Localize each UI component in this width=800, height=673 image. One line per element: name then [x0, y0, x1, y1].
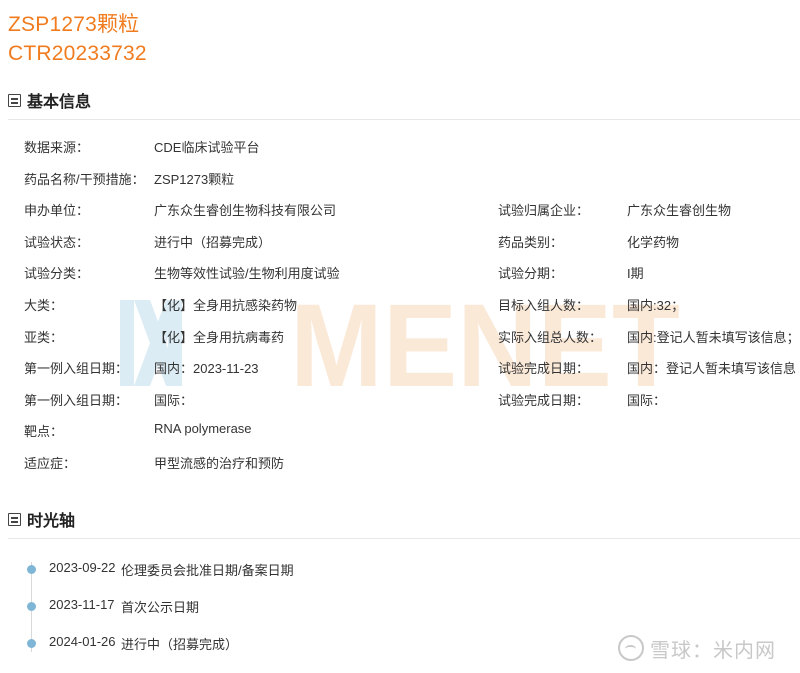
info-value: 国内:32；: [627, 298, 685, 313]
info-label: 第一例入组日期：: [24, 392, 129, 408]
drug-title: ZSP1273颗粒: [8, 13, 140, 36]
basic-info-header: 基本信息: [8, 87, 800, 113]
timeline-date: 2023-09-22: [49, 560, 116, 575]
info-value: 国内：2023-11-23: [154, 361, 259, 377]
info-value: 甲型流感的治疗和预防: [154, 456, 285, 471]
info-row: 试验状态： 进行中（招募完成） 药品类别： 化学药物: [0, 232, 800, 252]
info-row: 药品名称/干预措施： ZSP1273颗粒: [0, 169, 800, 189]
timeline-text: 首次公示日期: [121, 600, 200, 615]
info-label: 试验归属企业：: [498, 203, 590, 219]
info-label: 目标入组人数：: [498, 298, 590, 313]
info-row: 适应症： 甲型流感的治疗和预防: [0, 453, 800, 473]
info-value: 生物等效性试验/生物利用度试验: [154, 266, 340, 282]
info-value: RNA polymerase: [154, 421, 252, 437]
info-label: 试验完成日期：: [498, 361, 590, 377]
trial-id: CTR20233732: [8, 42, 147, 65]
info-value: 国际：: [154, 392, 194, 408]
info-row: 第一例入组日期： 国内：2023-11-23 试验完成日期： 国内：登记人暂未填写该信…: [0, 358, 800, 378]
divider: [8, 119, 800, 120]
info-label: 试验分类：: [24, 266, 90, 282]
info-row: 试验分类： 生物等效性试验/生物利用度试验 试验分期： I期: [0, 263, 800, 283]
info-label: 药品类别：: [498, 234, 564, 250]
info-label: 实际入组总人数：: [498, 329, 603, 345]
info-label: 适应症：: [24, 456, 77, 471]
document-icon: [8, 513, 21, 526]
info-value: 国内:登记人暂未填写该信息；: [627, 329, 800, 345]
info-row: 数据来源： CDE临床试验平台: [0, 137, 800, 157]
info-row: 大类： 【化】全身用抗感染药物 目标入组人数： 国内:32；: [0, 295, 800, 315]
basic-info-title: 基本信息: [27, 94, 92, 111]
info-label: 试验状态：: [24, 234, 90, 250]
info-label: 第一例入组日期：: [24, 361, 129, 377]
info-row: 靶点： RNA polymerase: [0, 421, 800, 441]
timeline-title: 时光轴: [27, 513, 76, 530]
timeline-dot-icon: [27, 639, 36, 648]
info-value: 化学药物: [627, 234, 680, 250]
timeline-date: 2023-11-17: [49, 597, 115, 612]
info-label: 药品名称/干预措施：: [24, 171, 145, 187]
info-label: 试验分期：: [498, 266, 564, 282]
info-row: 亚类： 【化】全身用抗病毒药 实际入组总人数： 国内:登记人暂未填写该信息；: [0, 327, 800, 347]
info-label: 大类：: [24, 298, 64, 313]
footer-brand-text: 雪球：米内网: [650, 639, 776, 662]
info-value: 国际：: [627, 392, 667, 408]
info-label: 申办单位：: [24, 203, 90, 219]
info-label: 靶点：: [24, 424, 64, 440]
info-label: 数据来源：: [24, 140, 90, 155]
info-label: 试验完成日期：: [498, 392, 590, 408]
info-value: 进行中（招募完成）: [154, 234, 272, 250]
info-row: 第一例入组日期： 国际： 试验完成日期： 国际：: [0, 390, 800, 410]
document-icon: [8, 94, 21, 107]
info-value: CDE临床试验平台: [154, 140, 260, 155]
info-value: ZSP1273颗粒: [154, 171, 235, 187]
timeline-dot-icon: [27, 565, 36, 574]
info-label: 亚类：: [24, 329, 64, 345]
info-value: 广东众生睿创生物科技有限公司: [154, 203, 337, 219]
timeline-header: 时光轴: [8, 506, 800, 532]
divider: [8, 538, 800, 539]
timeline-text: 伦理委员会批准日期/备案日期: [121, 563, 294, 578]
info-value: I期: [627, 266, 644, 282]
timeline-date: 2024-01-26: [49, 634, 116, 649]
info-row: 申办单位： 广东众生睿创生物科技有限公司 试验归属企业： 广东众生睿创生物: [0, 200, 800, 220]
footer-brand: 雪球：米内网: [618, 633, 776, 663]
info-value: 【化】全身用抗病毒药: [154, 329, 285, 345]
timeline-dot-icon: [27, 602, 36, 611]
snowball-logo-icon: [618, 635, 644, 661]
timeline-text: 进行中（招募完成）: [121, 637, 239, 652]
info-value: 广东众生睿创生物: [627, 203, 732, 219]
info-value: 【化】全身用抗感染药物: [154, 298, 298, 313]
info-value: 国内：登记人暂未填写该信息: [627, 361, 797, 377]
